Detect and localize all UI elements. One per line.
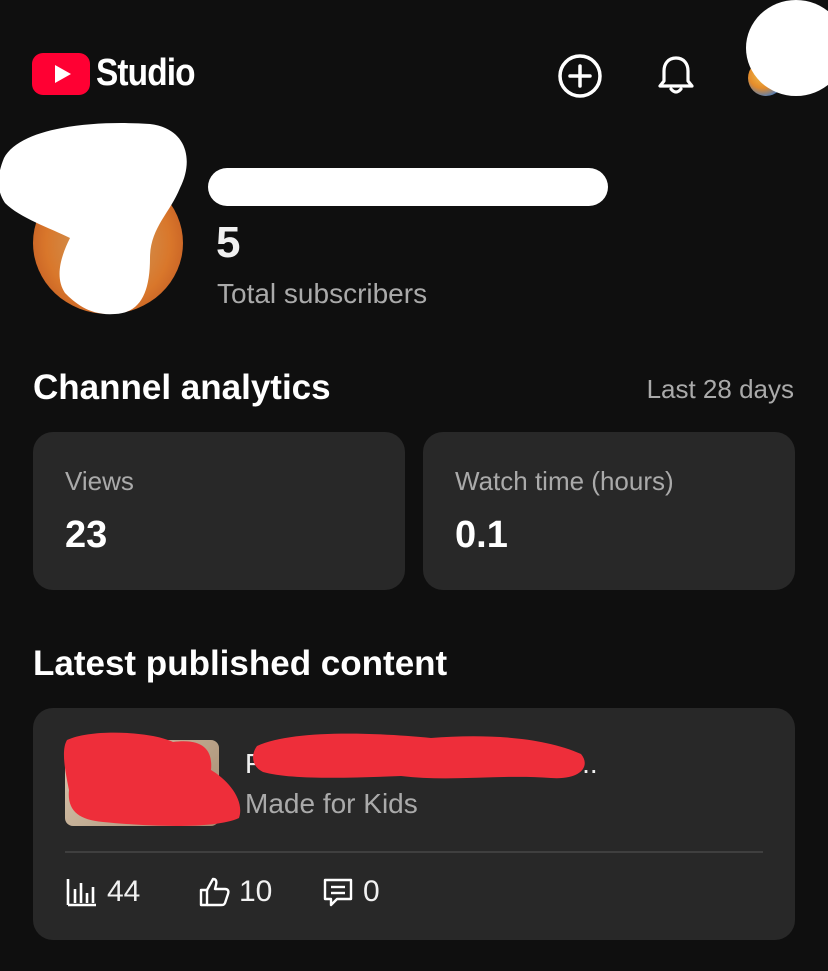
youtube-logo-icon [32,52,90,95]
thumbnail-redaction [63,732,241,826]
add-icon[interactable] [556,52,604,100]
bell-icon[interactable] [652,50,700,98]
thumbs-up-icon [199,877,230,907]
divider [65,851,763,853]
watch-time-value: 0.1 [455,514,508,556]
views-label: Views [65,466,134,496]
subscriber-label: Total subscribers [217,278,428,309]
app-name: Studio [96,52,196,94]
video-likes-stat: 10 [197,875,272,909]
analytics-period[interactable]: Last 28 days [647,374,794,405]
latest-video-card[interactable]: F.. Made for Kids 44 10 0 [33,708,795,940]
channel-name-redaction [208,168,608,206]
video-comments-count: 0 [363,875,380,908]
subscriber-count: 5 [216,218,241,267]
watch-time-card[interactable]: Watch time (hours) 0.1 [423,432,795,590]
video-views-stat: 44 [65,875,140,909]
comment-icon [323,878,353,907]
views-card[interactable]: Views 23 [33,432,405,590]
views-value: 23 [65,514,108,556]
video-title-redaction [253,733,585,779]
channel-avatar-redaction [0,123,187,315]
video-views-count: 44 [107,875,141,908]
latest-content-title: Latest published content [33,644,448,683]
video-audience: Made for Kids [245,788,418,819]
youtube-studio-logo[interactable]: Studio [32,52,208,95]
watch-time-label: Watch time (hours) [455,466,674,496]
analytics-title: Channel analytics [33,368,331,407]
video-likes-count: 10 [239,875,273,908]
analytics-bars-icon [66,879,96,907]
video-comments-stat: 0 [321,875,380,909]
